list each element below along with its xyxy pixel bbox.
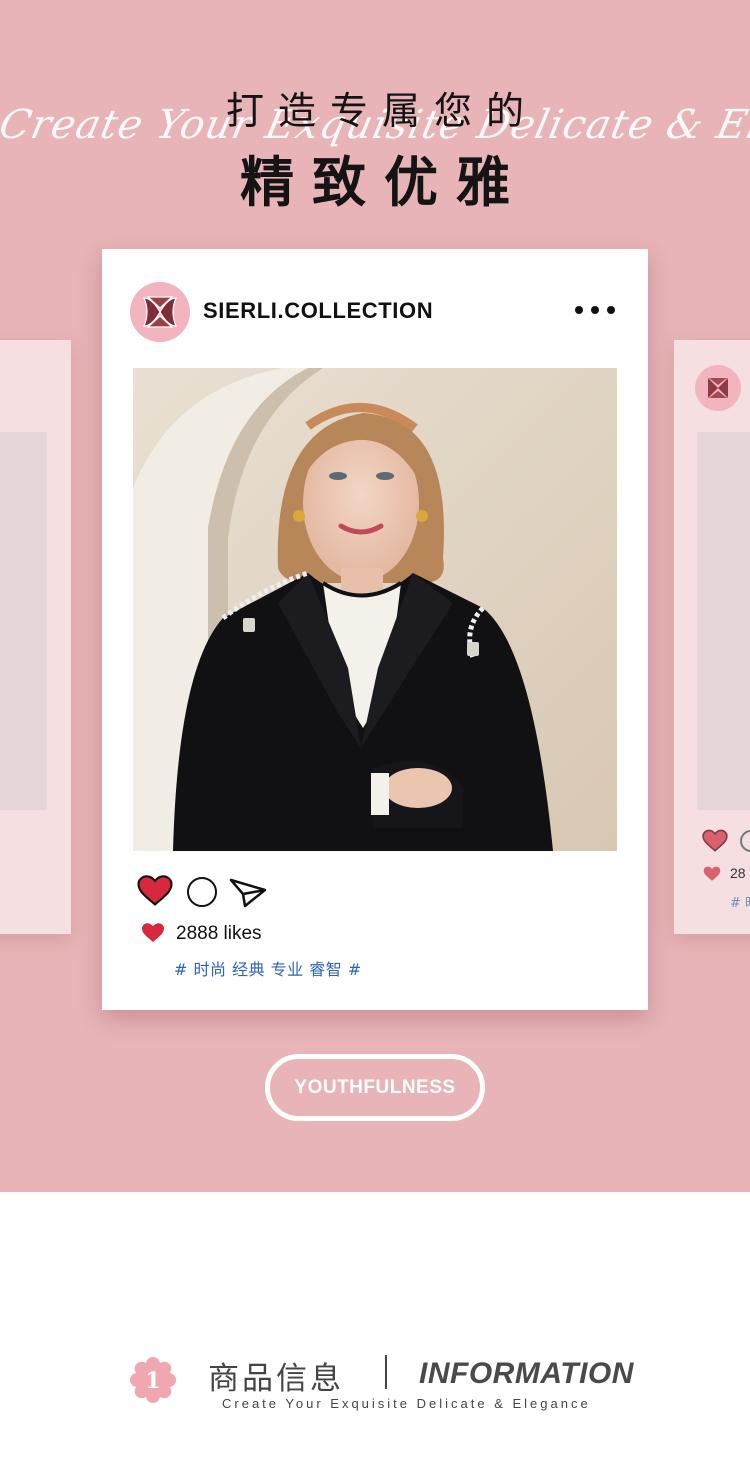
side-card-left <box>0 340 71 934</box>
side-card-photo <box>0 432 47 810</box>
heart-icon <box>142 923 164 942</box>
brand-logo-icon <box>143 296 177 328</box>
flower-icon: 1 <box>130 1357 176 1403</box>
section-number: 1 <box>145 1368 160 1394</box>
tag-button-label: YOUTHFULNESS <box>277 1065 473 1110</box>
side-likes-count: 28 <box>730 865 746 881</box>
side-hashtags: # 时 <box>730 896 750 911</box>
title-divider <box>385 1355 387 1389</box>
username[interactable]: SIERLI.COLLECTION <box>203 298 433 324</box>
side-card-right: 28 # 时 <box>674 340 750 934</box>
heart-icon <box>702 829 728 852</box>
section-title-en: INFORMATION <box>419 1357 634 1390</box>
hero-banner: Create Your Exquisite Delicate & Eleganc… <box>0 0 750 1192</box>
likes-count: 2888 likes <box>176 923 262 944</box>
side-card-photo <box>697 432 750 810</box>
comment-icon <box>740 830 750 852</box>
share-icon[interactable] <box>229 876 267 908</box>
brand-avatar[interactable] <box>130 282 190 342</box>
section-subtitle: Create Your Exquisite Delicate & Eleganc… <box>222 1396 591 1411</box>
side-avatar <box>695 365 741 411</box>
heart-icon <box>703 866 721 881</box>
hashtags[interactable]: # 时尚 经典 专业 睿智 # <box>174 956 362 980</box>
post-card: SIERLI.COLLECTION 2888 likes # 时尚 经典 专业 … <box>102 249 648 1010</box>
comment-icon[interactable] <box>187 877 217 907</box>
section-title-cn: 商品信息 <box>208 1361 344 1397</box>
more-icon[interactable] <box>575 304 615 316</box>
headline-line-1: 打造专属您的 <box>225 89 538 133</box>
youthfulness-tag-button[interactable]: YOUTHFULNESS <box>265 1054 485 1121</box>
heart-icon[interactable] <box>137 874 173 908</box>
model-photo-illustration <box>133 368 617 851</box>
headline-line-2: 精致优雅 <box>240 151 528 214</box>
post-photo <box>133 368 617 851</box>
